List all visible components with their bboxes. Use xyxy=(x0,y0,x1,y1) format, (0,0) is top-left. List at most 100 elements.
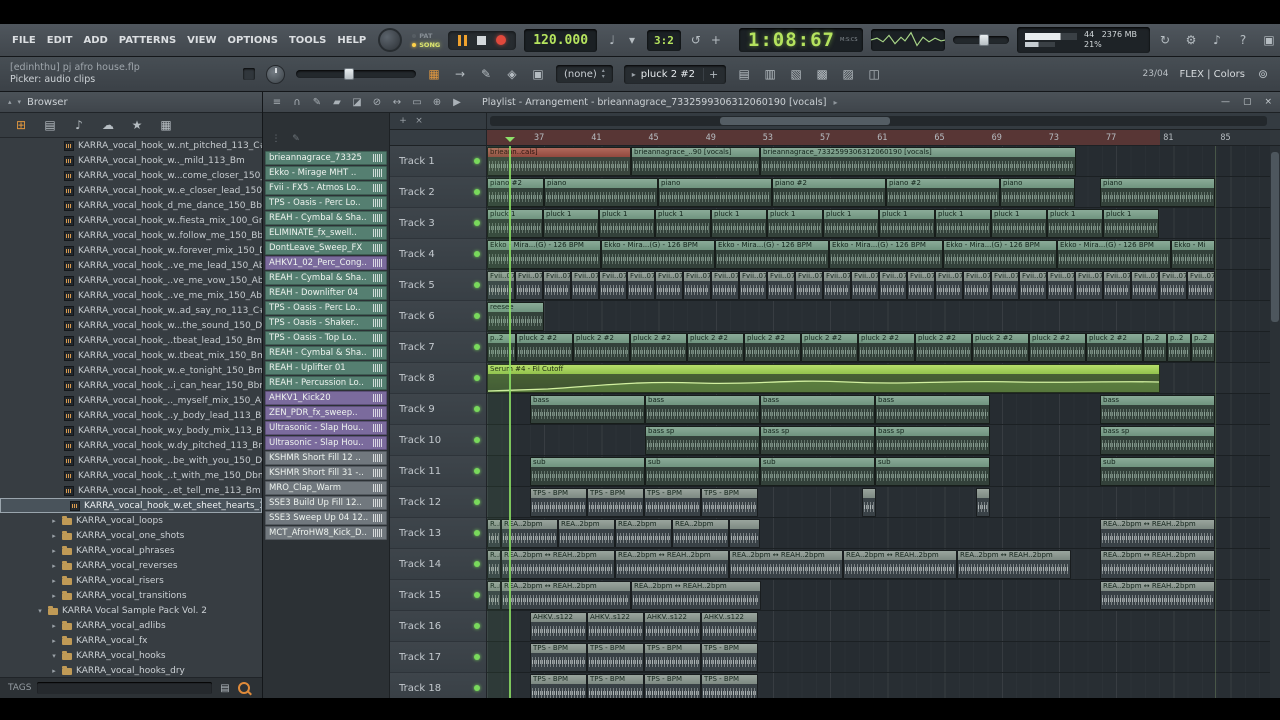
audio-clip[interactable]: pluck 1 xyxy=(767,209,823,238)
oscilloscope[interactable] xyxy=(870,29,945,51)
track-enable-led[interactable] xyxy=(474,158,480,164)
audio-clip[interactable]: pluck 2 #2 xyxy=(630,333,687,362)
picker-edit-icon[interactable]: ✎ xyxy=(289,131,303,147)
audio-clip[interactable]: Fvii..07 - G xyxy=(1075,271,1103,300)
main-volume-slider[interactable] xyxy=(952,34,1009,46)
playlist-track-lane[interactable]: AHKV..s122 AHKV..s122 AHKV..s122 AHKV..s122 xyxy=(487,611,1270,642)
globe-icon[interactable]: ⊚ xyxy=(1256,66,1270,82)
audio-clip[interactable]: Fvii..07 - G xyxy=(1131,271,1159,300)
picker-item[interactable]: Ultrasonic - Slap Hou.. xyxy=(265,421,387,435)
audio-clip[interactable]: p..2 xyxy=(1167,333,1191,362)
playlist-view-icon[interactable]: ▤ xyxy=(737,66,751,82)
audio-clip[interactable]: Ekko - Mira...(G) - 126 BPM xyxy=(943,240,1057,269)
song-mode[interactable]: SONG xyxy=(412,41,440,49)
horizontal-scrollbar[interactable] xyxy=(490,116,1267,126)
browser-folder[interactable]: ▸ KARRA_vocal_risers xyxy=(0,573,262,588)
snap-grid-icon[interactable]: ▦ xyxy=(427,66,441,82)
menu-item-tools[interactable]: TOOLS xyxy=(287,35,328,46)
horizontal-scrollbar-handle[interactable] xyxy=(720,117,890,125)
draw-icon[interactable]: ✎ xyxy=(479,66,493,82)
browser-file[interactable]: KARRA_vocal_hook_w.y_body_mix_113_Bm xyxy=(0,423,262,438)
browser-folder[interactable]: ▸ KARRA_vocal_transitions xyxy=(0,588,262,603)
playlist-grid[interactable]: brieann..cals] brieannagrace_..90 [vocals… xyxy=(487,146,1270,698)
audio-clip[interactable]: piano #2 xyxy=(487,178,544,207)
add-marker-icon[interactable]: + xyxy=(709,32,723,48)
pat-mode[interactable]: PAT xyxy=(412,32,440,40)
audio-clip[interactable]: Ekko - Mira...(G) - 126 BPM xyxy=(715,240,829,269)
audio-clip[interactable]: Ekko - Mira...(G) - 126 BPM xyxy=(829,240,943,269)
audio-clip[interactable]: TPS - BPM xyxy=(530,643,587,672)
channel-rack-icon[interactable]: ▧ xyxy=(789,66,803,82)
audio-clip[interactable]: Fvii..07 - G xyxy=(571,271,599,300)
audio-clip[interactable]: pluck 2 #2 xyxy=(744,333,801,362)
playlist-track-lane[interactable]: piano #2 piano piano piano #2 piano #2 piano p… xyxy=(487,177,1270,208)
audio-clip[interactable]: piano xyxy=(544,178,658,207)
timeline-ruler[interactable]: 37 41 45 49 53 57 61 65 69 73 77 81 85 xyxy=(487,130,1270,146)
audio-clip[interactable]: pluck 1 xyxy=(543,209,599,238)
countdown-icon[interactable]: ▾ xyxy=(625,32,639,48)
picker-item[interactable]: Ekko - Mirage MHT .. xyxy=(265,166,387,180)
audio-clip[interactable]: bass sp xyxy=(760,426,875,455)
playlist-track-lane[interactable]: R..mREA..2bpm ↔ REAH..2bpmREA..2bpm ↔ RE… xyxy=(487,580,1270,611)
picker-item[interactable]: KSHMR Short Fill 31 -.. xyxy=(265,466,387,480)
browser-folder[interactable]: ▾ KARRA_vocal_hooks xyxy=(0,648,262,663)
shuffle-slider[interactable] xyxy=(296,68,416,80)
audio-clip[interactable]: Ekko - Mi xyxy=(1171,240,1215,269)
menu-item-view[interactable]: VIEW xyxy=(185,35,218,46)
lock-icon[interactable] xyxy=(243,68,255,80)
audio-clip[interactable]: pluck 1 xyxy=(823,209,879,238)
track-enable-led[interactable] xyxy=(474,189,480,195)
browser-file[interactable]: KARRA_vocal_hook_w...come_closer_150_C xyxy=(0,168,262,183)
picker-item[interactable]: ZEN_PDR_fx_sweep.. xyxy=(265,406,387,420)
audio-clip[interactable]: TPS - BPM xyxy=(644,488,701,517)
playlist-track-lane[interactable]: Serum #4 - Fil Cutoff xyxy=(487,363,1270,394)
audio-clip[interactable]: Fvii..07 - G xyxy=(543,271,571,300)
audio-clip[interactable]: Fvii..07 - G xyxy=(515,271,543,300)
menu-item-help[interactable]: HELP xyxy=(335,35,368,46)
menu-item-file[interactable]: FILE xyxy=(10,35,38,46)
mixer-icon[interactable]: ▩ xyxy=(815,66,829,82)
track-enable-led[interactable] xyxy=(474,220,480,226)
playlist-track-lane[interactable]: pluck 1 pluck 1 pluck 1 pluck 1 pluck 1 pluck… xyxy=(487,208,1270,239)
browser-file[interactable]: KARRA_vocal_hook_w..fiesta_mix_100_Gm xyxy=(0,213,262,228)
loop-record-icon[interactable]: ↺ xyxy=(689,32,703,48)
folder-icon[interactable]: ▤ xyxy=(218,680,232,696)
channel-selector[interactable]: ▸ pluck 2 #2 + xyxy=(623,64,727,84)
audio-clip[interactable]: R..m xyxy=(487,550,501,579)
track-header[interactable]: Track 1 xyxy=(390,146,486,177)
menu-item-add[interactable]: ADD xyxy=(81,35,109,46)
audio-clip[interactable]: sub xyxy=(645,457,760,486)
picker-item[interactable]: DontLeave_Sweep_FX xyxy=(265,241,387,255)
track-enable-led[interactable] xyxy=(474,251,480,257)
maximize-button[interactable]: ▢ xyxy=(1241,97,1254,107)
browser-file[interactable]: KARRA_vocal_hook_w.et_sheet_hearts_150_C xyxy=(0,498,262,513)
browser-folder[interactable]: ▸ KARRA_vocal_reverses xyxy=(0,558,262,573)
browser-back-icon[interactable]: ▴ xyxy=(8,98,12,106)
audio-clip[interactable]: reesee xyxy=(487,302,544,331)
slip-icon[interactable]: ↔ xyxy=(389,94,405,110)
audio-clip[interactable]: REA..2bpm ↔ REAH..2bpm xyxy=(615,550,729,579)
track-header[interactable]: Track 7 xyxy=(390,332,486,363)
track-enable-led[interactable] xyxy=(474,623,480,629)
playlist-track-lane[interactable]: TPS - BPM TPS - BPM TPS - BPM TPS - BPM xyxy=(487,673,1270,698)
track-header[interactable]: Track 9 xyxy=(390,394,486,425)
sync-icon[interactable]: ↻ xyxy=(1158,32,1172,48)
track-header[interactable]: Track 4 xyxy=(390,239,486,270)
picker-item[interactable]: SSE3 Sweep Up 04 12.. xyxy=(265,511,387,525)
audio-clip[interactable]: TPS - BPM xyxy=(587,674,644,698)
track-enable-led[interactable] xyxy=(474,344,480,350)
browser-folder[interactable]: ▸ KARRA_vocal_loops xyxy=(0,513,262,528)
picker-item[interactable]: SSE3 Build Up Fill 12.. xyxy=(265,496,387,510)
picker-item[interactable]: REAH - Uplifter 01 xyxy=(265,361,387,375)
help-icon[interactable]: ? xyxy=(1236,32,1250,48)
audio-clip[interactable]: Fvii..07 - G xyxy=(823,271,851,300)
main-volume-handle[interactable] xyxy=(978,34,989,46)
browser-folder[interactable]: ▸ KARRA_vocal_phrases xyxy=(0,543,262,558)
track-header[interactable]: Track 15 xyxy=(390,580,486,611)
track-enable-led[interactable] xyxy=(474,468,480,474)
audio-clip[interactable]: TPS - BPM xyxy=(587,643,644,672)
audio-clip[interactable]: pluck 2 #2 xyxy=(573,333,630,362)
hint-spinner[interactable] xyxy=(378,28,403,52)
close-button[interactable]: × xyxy=(1262,97,1274,107)
select-icon[interactable]: ▭ xyxy=(409,94,425,110)
